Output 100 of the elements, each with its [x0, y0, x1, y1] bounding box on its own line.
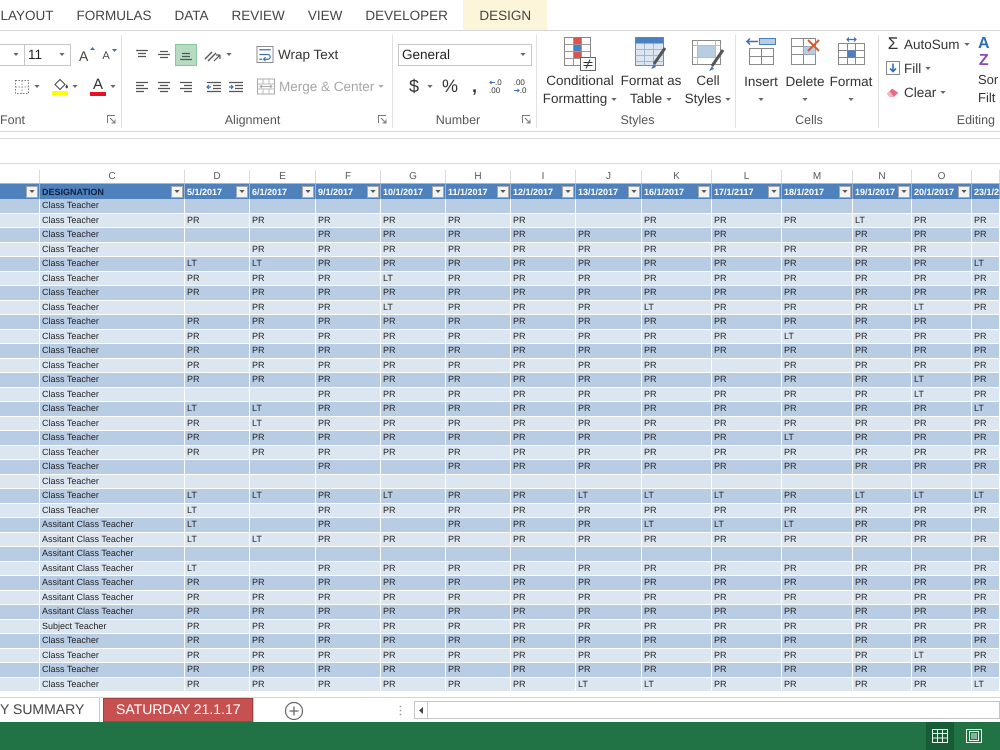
table-cell: PR [784, 534, 797, 545]
filter-dropdown-button[interactable] [628, 186, 640, 198]
table-cell: PR [784, 562, 797, 574]
column-letter[interactable]: E [250, 170, 316, 183]
conditional-formatting-button[interactable]: Conditional Formatting [540, 35, 620, 108]
autosum-button[interactable]: Σ AutoSum [886, 33, 978, 55]
column-letter[interactable]: H [446, 170, 511, 183]
filter-dropdown-button[interactable] [562, 186, 574, 198]
sort-filter-button[interactable]: A Z Sor Filt [978, 35, 998, 111]
decrease-decimal-button[interactable]: .00 .0 [514, 76, 526, 98]
filter-dropdown-button[interactable] [26, 186, 38, 198]
ribbon-tab[interactable]: DATA [163, 0, 220, 30]
column-letter[interactable]: J [576, 170, 642, 183]
filter-dropdown-button[interactable] [367, 186, 379, 198]
table-cell: PR [855, 620, 868, 632]
table-cell: PR [644, 432, 657, 444]
align-bottom-button[interactable] [175, 44, 197, 66]
font-color-button[interactable]: A [90, 76, 116, 98]
format-as-table-button[interactable]: Format as Table [620, 35, 682, 108]
filter-dropdown-button[interactable] [839, 186, 851, 198]
table-cell: Class Teacher [42, 635, 99, 646]
number-format-field[interactable]: General [398, 44, 532, 66]
dialog-launcher-icon[interactable] [378, 115, 387, 124]
ribbon-tab[interactable]: REVIEW [220, 0, 296, 30]
shrink-font-button[interactable]: A [102, 44, 117, 66]
column-letter[interactable]: N [853, 170, 912, 183]
dialog-launcher-icon[interactable] [107, 115, 116, 124]
table-cell: PR [448, 316, 461, 328]
column-letter[interactable]: C [40, 170, 185, 183]
caret-icon [59, 53, 65, 56]
table-cell: Class Teacher [42, 200, 99, 212]
table-cell: PR [714, 316, 727, 328]
table-cell: PR [578, 650, 591, 661]
filter-dropdown-button[interactable] [698, 186, 710, 198]
currency-button[interactable]: $ [409, 76, 434, 98]
filter-dropdown-button[interactable] [432, 186, 444, 198]
column-letter[interactable]: L [712, 170, 782, 183]
format-button[interactable]: Format [828, 35, 874, 101]
table-cell: PR [318, 272, 331, 284]
ribbon-tab[interactable]: DEVELOPER [354, 0, 460, 30]
table-cell: LT [187, 519, 197, 530]
comma-button[interactable]: , [472, 76, 478, 98]
cell-styles-button[interactable]: Cell Styles [682, 35, 734, 108]
column-letter[interactable]: M [782, 170, 853, 183]
sheet-tab[interactable]: SATURDAY 21.1.17 [103, 698, 254, 722]
formula-bar-field[interactable] [0, 138, 1000, 164]
column-letter[interactable]: G [381, 170, 446, 183]
table-cell: PR [855, 374, 868, 386]
table-cell: PR [714, 635, 727, 646]
filter-dropdown-button[interactable] [302, 186, 314, 198]
scroll-left-button[interactable] [414, 701, 428, 719]
table-cell: LT [578, 490, 588, 502]
font-name-field[interactable] [0, 44, 25, 66]
column-header: 11/1/2017 [448, 186, 488, 196]
column-letter[interactable]: I [511, 170, 576, 183]
table-cell: PR [252, 635, 265, 646]
table-brush-icon [634, 36, 668, 72]
column-letter[interactable]: D [185, 170, 250, 183]
normal-view-button[interactable] [926, 722, 954, 750]
table-cell: PR [974, 418, 987, 429]
table-cell: LT [914, 650, 924, 661]
font-size-field[interactable]: 11 [24, 44, 71, 66]
filter-dropdown-button[interactable] [171, 186, 183, 198]
page-icon [966, 729, 982, 743]
filter-dropdown-button[interactable] [236, 186, 248, 198]
fill-button[interactable]: Fill [886, 57, 978, 79]
split-handle-icon[interactable] [399, 704, 402, 716]
table-cell: PR [578, 360, 591, 371]
increase-decimal-button[interactable]: .0 .00 [489, 76, 502, 98]
table-cell: PR [252, 272, 265, 284]
table-cell: Assitant Class Teacher [42, 548, 134, 560]
ribbon-tab[interactable]: DESIGN [463, 0, 548, 30]
table-cell: PR [644, 562, 657, 574]
caret-icon [13, 53, 19, 56]
table-cell: Class Teacher [42, 490, 99, 502]
percent-button[interactable]: % [442, 76, 458, 98]
ribbon-tab[interactable]: LAYOUT [0, 0, 66, 30]
table-cell: PR [784, 244, 797, 255]
wrap-text-button[interactable]: Wrap Text [256, 44, 338, 66]
grow-font-button[interactable]: A [79, 44, 96, 66]
filter-dropdown-button[interactable] [898, 186, 910, 198]
filter-dropdown-button[interactable] [958, 186, 970, 198]
dialog-launcher-icon[interactable] [522, 115, 531, 124]
column-letter[interactable]: K [642, 170, 712, 183]
clear-button[interactable]: Clear [886, 81, 978, 103]
filter-dropdown-button[interactable] [768, 186, 780, 198]
ribbon-tab[interactable]: FORMULAS [65, 0, 164, 30]
table-cell: PR [383, 650, 396, 661]
ribbon-tab[interactable]: VIEW [296, 0, 354, 30]
table-cell: Class Teacher [42, 403, 99, 414]
table-cell: PR [644, 345, 657, 356]
column-letter[interactable]: F [316, 170, 381, 183]
filter-dropdown-button[interactable] [497, 186, 509, 198]
add-sheet-icon[interactable] [284, 701, 304, 721]
table-cell: PR [187, 577, 200, 588]
insert-button[interactable]: Insert [740, 35, 782, 101]
delete-button[interactable]: Delete [783, 35, 827, 101]
table-cell: LT [644, 678, 654, 690]
column-letter[interactable]: O [912, 170, 972, 183]
table-cell: PR [855, 360, 868, 371]
